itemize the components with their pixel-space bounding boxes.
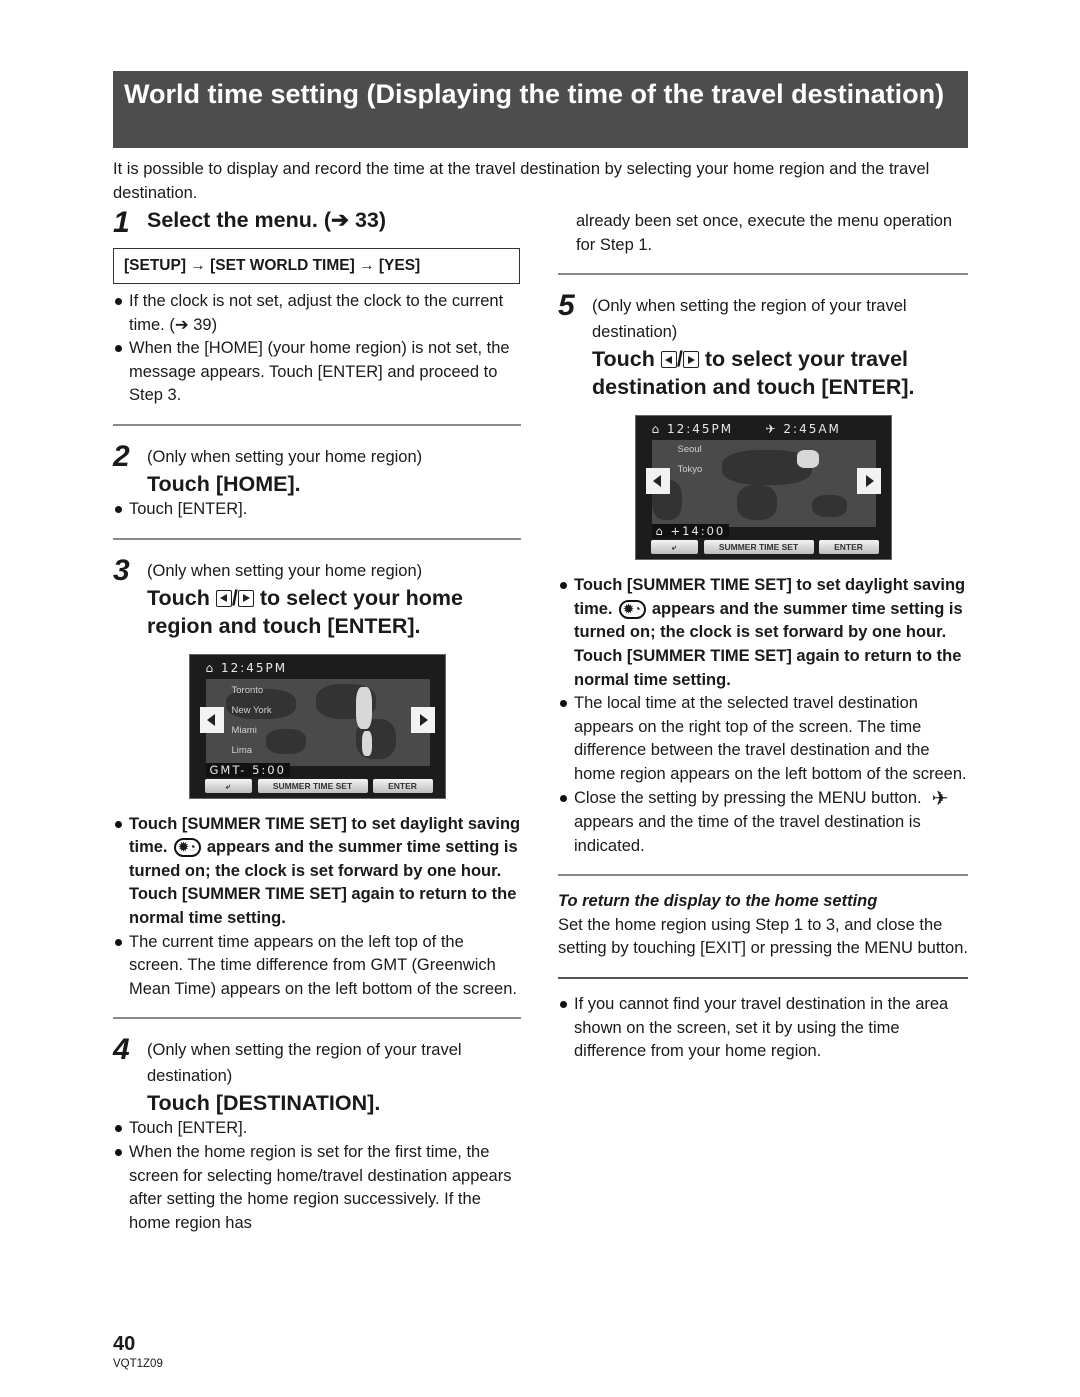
divider xyxy=(113,537,521,540)
step-1-bullets: If the clock is not set, adjust the cloc… xyxy=(113,290,521,408)
step-note: (Only when setting your home region) xyxy=(147,561,423,580)
step-number: 4 xyxy=(113,1033,130,1067)
step-title: Touch / to select your travel destinatio… xyxy=(592,345,968,401)
city-label: New York xyxy=(231,704,272,716)
step-title: Touch [HOME]. xyxy=(147,471,301,496)
left-arrow-icon xyxy=(215,589,232,607)
time-difference: ⌂ +14:00 xyxy=(651,524,730,539)
page-number: 40 xyxy=(113,1333,136,1355)
step-title: Select the menu. (➔ 33) xyxy=(147,208,387,232)
list-item: Touch [SUMMER TIME SET] to set daylight … xyxy=(558,574,968,692)
list-item: The local time at the selected travel de… xyxy=(558,692,968,786)
next-region-button[interactable] xyxy=(856,468,881,495)
divider xyxy=(558,874,968,877)
summer-time-set-button[interactable]: SUMMER TIME SET xyxy=(257,778,368,793)
airplane-icon: ✈ xyxy=(765,422,778,437)
list-item: Touch [ENTER]. xyxy=(113,498,521,522)
step-2: 2 (Only when setting your home region) T… xyxy=(113,440,521,498)
home-time: ⌂ 12:45PM xyxy=(651,422,734,437)
divider xyxy=(558,273,968,276)
intro-text: It is possible to display and record the… xyxy=(113,160,930,202)
step-5: 5 (Only when setting the region of your … xyxy=(558,289,968,401)
right-arrow-icon xyxy=(237,589,254,607)
document-code: VQT1Z09 xyxy=(113,1358,163,1370)
left-arrow-icon xyxy=(660,351,677,369)
return-heading: To return the display to the home settin… xyxy=(558,892,878,911)
summer-time-icon: ✹◔ xyxy=(618,599,646,619)
step-title: Touch [DESTINATION]. xyxy=(147,1091,381,1116)
list-item: Close the setting by pressing the MENU b… xyxy=(558,787,968,859)
slash: / xyxy=(231,585,238,610)
home-icon: ⌂ xyxy=(651,422,662,437)
left-column: 1 Select the menu. (➔ 33) [SETUP] → [SET… xyxy=(113,206,521,1235)
slash: / xyxy=(676,347,683,372)
destination-time: ✈ 2:45AM xyxy=(765,422,841,437)
list-item: When the home region is set for the firs… xyxy=(113,1141,521,1235)
step-note: (Only when setting your home region) xyxy=(147,447,423,466)
home-icon: ⌂ xyxy=(655,524,665,539)
list-item: If you cannot find your travel destinati… xyxy=(558,993,968,1064)
back-button[interactable]: ⤶ xyxy=(650,540,698,555)
step-number: 3 xyxy=(113,553,130,587)
step-5-bullets: Touch [SUMMER TIME SET] to set daylight … xyxy=(558,574,968,858)
step-3: 3 (Only when setting your home region) T… xyxy=(113,554,521,640)
right-column: already been set once, execute the menu … xyxy=(558,210,968,1064)
step-title-prefix: Touch xyxy=(147,585,210,610)
home-icon: ⌂ xyxy=(205,660,216,675)
list-item: When the [HOME] (your home region) is no… xyxy=(113,337,521,408)
step-1: 1 Select the menu. (➔ 33) xyxy=(113,206,521,239)
home-region-screen: ⌂ 12:45PM Toronto New York Miami Lima GM… xyxy=(188,653,446,799)
step-4: 4 (Only when setting the region of your … xyxy=(113,1033,521,1117)
airplane-icon: ✈ xyxy=(931,787,949,810)
home-time: ⌂ 12:45PM xyxy=(205,660,288,675)
step-4-bullets: Touch [ENTER]. When the home region is s… xyxy=(113,1117,521,1235)
next-region-button[interactable] xyxy=(410,706,435,733)
divider xyxy=(558,977,968,979)
step-number: 2 xyxy=(113,439,130,473)
list-item: Touch [SUMMER TIME SET] to set daylight … xyxy=(113,813,521,931)
city-label: Lima xyxy=(231,744,253,756)
destination-screen: ⌂ 12:45PM ✈ 2:45AM Seoul Tokyo ⌂ +14:00 … xyxy=(634,415,892,561)
summer-time-set-button[interactable]: SUMMER TIME SET xyxy=(703,540,814,555)
list-item: Touch [ENTER]. xyxy=(113,1117,521,1141)
back-button[interactable]: ⤶ xyxy=(204,778,252,793)
enter-button[interactable]: ENTER xyxy=(818,540,879,555)
city-label: Miami xyxy=(231,724,257,736)
gmt-offset: GMT- 5:00 xyxy=(205,762,290,777)
step-2-bullets: Touch [ENTER]. xyxy=(113,498,521,522)
step-title: Touch / to select your home region and t… xyxy=(147,584,521,640)
right-arrow-icon xyxy=(682,351,699,369)
return-text: Set the home region using Step 1 to 3, a… xyxy=(558,915,968,958)
step-note: (Only when setting the region of your tr… xyxy=(592,297,907,342)
step-number: 5 xyxy=(558,289,575,323)
city-label: Tokyo xyxy=(677,464,703,476)
divider xyxy=(113,423,521,426)
step-title-prefix: Touch xyxy=(592,347,655,372)
step-3-bullets: Touch [SUMMER TIME SET] to set daylight … xyxy=(113,813,521,1002)
divider xyxy=(113,1017,521,1020)
summer-time-icon: ✹◔ xyxy=(173,838,201,858)
step-4-continued: already been set once, execute the menu … xyxy=(576,212,953,254)
step-note: (Only when setting the region of your tr… xyxy=(147,1041,462,1086)
list-item: The current time appears on the left top… xyxy=(113,931,521,1002)
final-note: If you cannot find your travel destinati… xyxy=(558,993,968,1064)
prev-region-button[interactable] xyxy=(645,468,670,495)
step-number: 1 xyxy=(113,206,130,239)
enter-button[interactable]: ENTER xyxy=(372,778,433,793)
menu-path-box: [SETUP] → [SET WORLD TIME] → [YES] xyxy=(113,248,520,284)
list-item: If the clock is not set, adjust the cloc… xyxy=(113,290,521,337)
prev-region-button[interactable] xyxy=(199,706,224,733)
city-label: Seoul xyxy=(677,444,702,456)
city-label: Toronto xyxy=(231,684,264,696)
page-title: World time setting (Displaying the time … xyxy=(113,71,968,148)
